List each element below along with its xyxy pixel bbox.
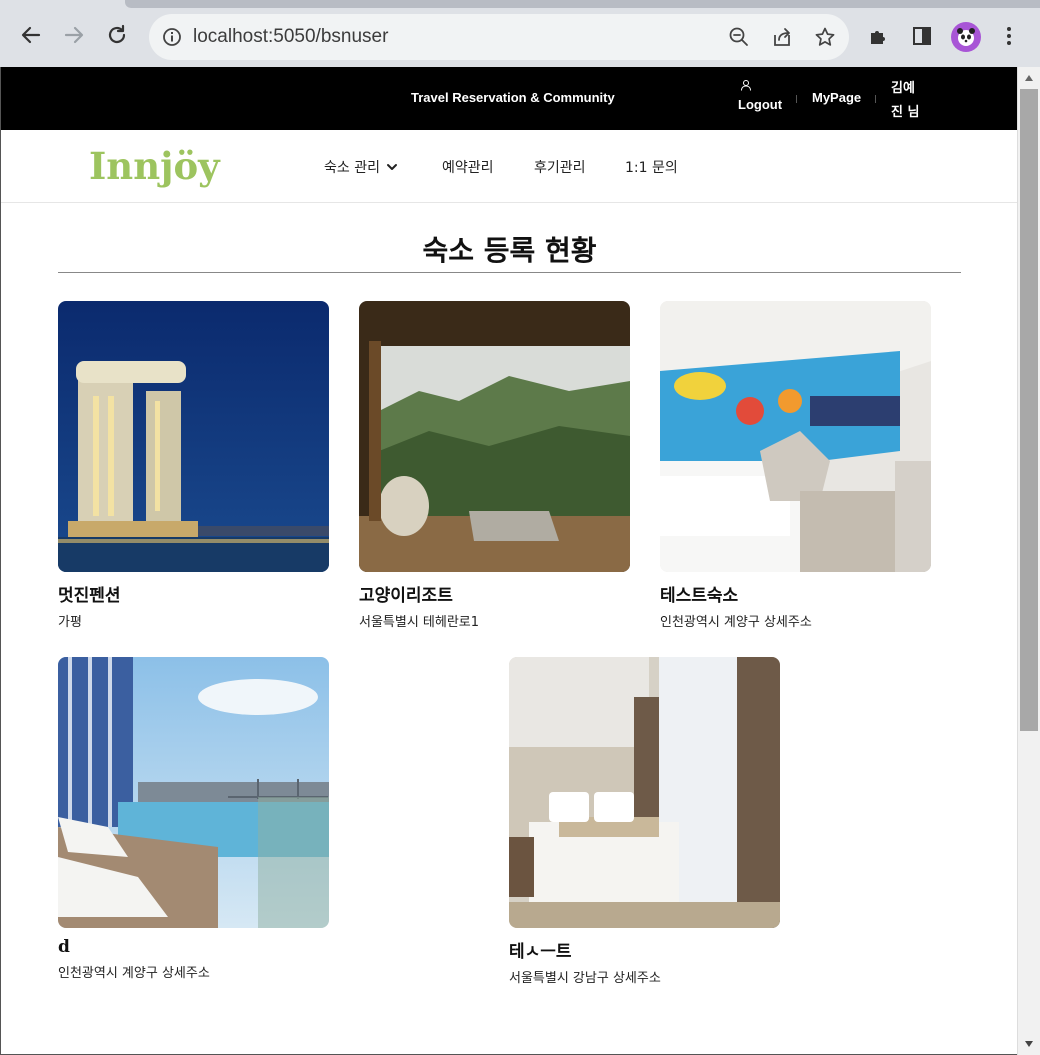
- username-line-2: 진 님: [891, 105, 920, 120]
- panda-avatar-icon: [957, 28, 975, 46]
- page-title: 숙소 등록 현황: [422, 234, 597, 267]
- nav-item-label: 예약관리: [442, 160, 494, 176]
- address-bar[interactable]: localhost:5050/bsnuser: [149, 14, 849, 60]
- title-divider: [58, 272, 961, 273]
- nav-item-lodging-manage[interactable]: 숙소 관리: [324, 157, 398, 177]
- side-panel-icon: [913, 27, 931, 45]
- lodging-photo[interactable]: [359, 301, 630, 572]
- mypage-link[interactable]: MyPage: [812, 90, 861, 105]
- logout-label[interactable]: Logout: [738, 97, 788, 112]
- lodging-address: 인천광역시 계양구 상세주소: [660, 615, 812, 630]
- nav-item-label: 1:1 문의: [625, 160, 678, 176]
- star-icon: [815, 27, 835, 46]
- share-icon: [774, 28, 790, 46]
- lodging-card[interactable]: 테스트숙소 인천광역시 계양구 상세주소: [660, 301, 931, 630]
- lodging-name: 멋진펜션: [58, 586, 121, 606]
- side-panel-button[interactable]: [908, 22, 936, 50]
- bookmark-button[interactable]: [812, 24, 838, 50]
- puzzle-icon: [871, 31, 885, 44]
- kebab-menu-icon: [1007, 27, 1011, 45]
- lodging-card[interactable]: 멋진펜션 가평: [58, 301, 329, 630]
- nav-item-label: 후기관리: [534, 160, 586, 176]
- username-greeting: 김예 진 님: [891, 77, 931, 125]
- reload-button[interactable]: [100, 18, 134, 52]
- hotel-bedroom-image: [509, 657, 780, 928]
- lodging-name: 테ㅅㅡ트: [509, 942, 572, 962]
- share-button[interactable]: [769, 24, 795, 50]
- lodging-card[interactable]: 테ㅅㅡ트 서울특별시 강남구 상세주소: [509, 657, 780, 986]
- info-icon[interactable]: [161, 26, 183, 48]
- lodging-photo[interactable]: [58, 657, 329, 928]
- zoom-out-icon: [729, 27, 748, 46]
- extensions-button[interactable]: [865, 22, 893, 50]
- site-tagline: Travel Reservation & Community: [411, 90, 615, 105]
- logout-link[interactable]: Logout: [738, 79, 788, 112]
- lodging-address: 서울특별시 강남구 상세주소: [509, 971, 661, 986]
- user-icon: [741, 80, 751, 91]
- browser-chrome: localhost:5050/bsnuser: [0, 0, 1040, 67]
- username-line-1: 김예: [891, 81, 915, 96]
- lodging-card[interactable]: d 인천광역시 계양구 상세주소: [58, 657, 329, 981]
- chevron-down-icon: [386, 164, 397, 170]
- scroll-thumb[interactable]: [1020, 89, 1038, 731]
- lodging-address: 서울특별시 테헤란로1: [359, 615, 480, 630]
- site-logo[interactable]: Innjöy: [89, 144, 220, 188]
- themed-kids-room-image: [660, 301, 931, 572]
- scroll-down-button[interactable]: [1018, 1033, 1040, 1055]
- divider: [875, 95, 876, 103]
- nav-item-label: 숙소 관리: [324, 160, 380, 176]
- reload-icon: [108, 24, 126, 44]
- lodging-name: d: [58, 937, 70, 957]
- nav-item-reservation-manage[interactable]: 예약관리: [442, 157, 494, 177]
- forward-button[interactable]: [57, 18, 91, 52]
- lodging-card[interactable]: 고양이리조트 서울특별시 테헤란로1: [359, 301, 630, 630]
- lodging-address: 가평: [58, 615, 82, 630]
- lodging-name: 테스트숙소: [660, 586, 739, 606]
- page-viewport: Travel Reservation & Community Logout My…: [0, 67, 1017, 1055]
- triangle-up-icon: [1025, 75, 1033, 81]
- window-mountain-view-image: [359, 301, 630, 572]
- browser-menu-button[interactable]: [995, 22, 1023, 50]
- rooftop-pool-image: [58, 657, 329, 928]
- lodging-name: 고양이리조트: [359, 586, 453, 606]
- site-topbar: Travel Reservation & Community Logout My…: [1, 67, 1017, 130]
- lodging-address: 인천광역시 계양구 상세주소: [58, 966, 210, 981]
- divider: [796, 95, 797, 103]
- site-nav: Innjöy 숙소 관리 예약관리 후기관리 1:1 문의: [1, 130, 1017, 203]
- triangle-down-icon: [1025, 1041, 1033, 1047]
- tab-strip: [0, 0, 1040, 8]
- nav-item-inquiry[interactable]: 1:1 문의: [625, 157, 678, 177]
- tab-strip-edge: [125, 0, 1040, 8]
- lodging-photo[interactable]: [509, 657, 780, 928]
- url-text[interactable]: localhost:5050/bsnuser: [193, 26, 388, 48]
- lodging-photo[interactable]: [58, 301, 329, 572]
- hotel-tower-night-image: [58, 301, 329, 572]
- zoom-out-button[interactable]: [726, 24, 752, 50]
- lodging-photo[interactable]: [660, 301, 931, 572]
- profile-avatar[interactable]: [951, 22, 981, 52]
- arrow-left-icon: [21, 26, 41, 44]
- page-scrollbar[interactable]: [1017, 67, 1040, 1055]
- back-button[interactable]: [14, 18, 48, 52]
- nav-item-review-manage[interactable]: 후기관리: [534, 157, 586, 177]
- arrow-right-icon: [64, 26, 84, 44]
- scroll-up-button[interactable]: [1018, 67, 1040, 89]
- browser-toolbar: localhost:5050/bsnuser: [0, 8, 1040, 67]
